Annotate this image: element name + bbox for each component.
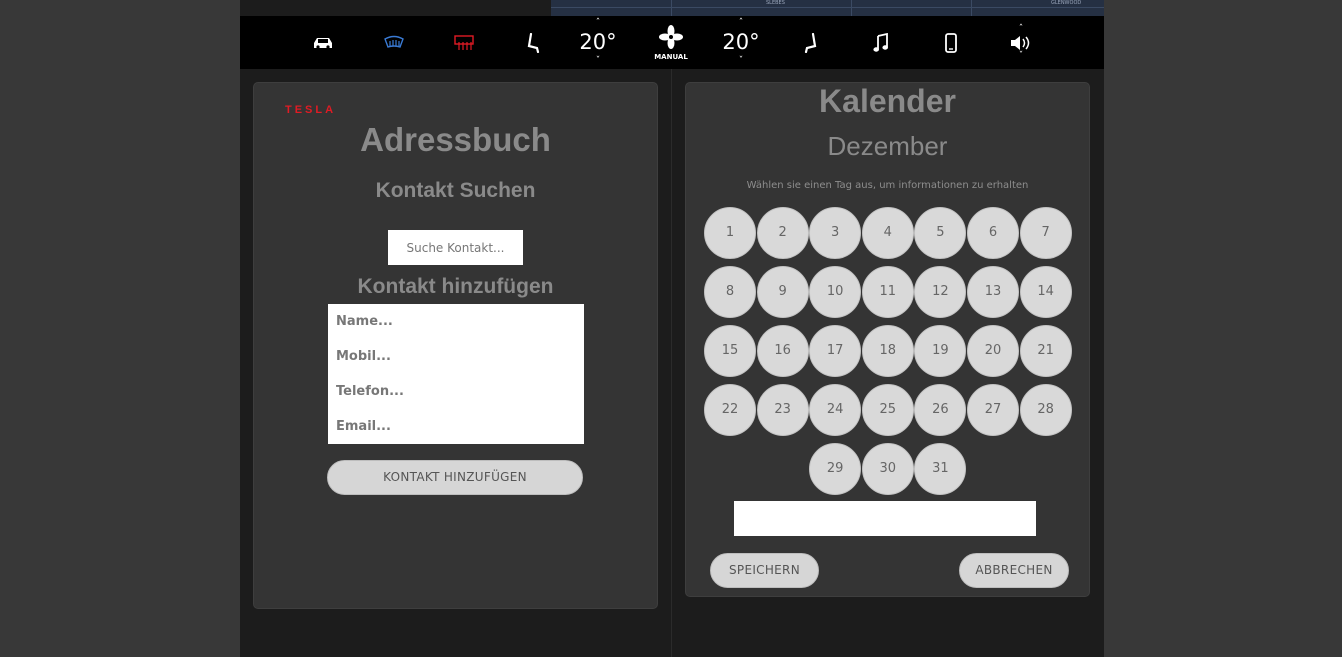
car-icon[interactable] xyxy=(308,16,338,69)
add-contact-button[interactable]: KONTAKT HINZUFÜGEN xyxy=(327,460,583,495)
map-preview[interactable]: SLEBES GLENWOOD xyxy=(551,0,1104,16)
fan-control[interactable]: MANUAL xyxy=(646,16,696,69)
day-button-25[interactable]: 25 xyxy=(861,384,914,436)
map-label: SLEBES xyxy=(766,0,785,6)
fan-mode-label: MANUAL xyxy=(654,53,688,61)
day-button-3[interactable]: 3 xyxy=(809,207,862,259)
volume-control[interactable]: ˆ ˇ xyxy=(1003,16,1039,69)
addressbook-title: Adressbuch xyxy=(360,121,551,158)
day-button-16[interactable]: 16 xyxy=(756,325,809,377)
calendar-panel: Kalender Dezember Wählen sie einen Tag a… xyxy=(685,82,1090,597)
day-button-20[interactable]: 20 xyxy=(967,325,1019,377)
map-road xyxy=(971,0,972,16)
left-temperature-value: 20° xyxy=(579,30,617,54)
fan-icon xyxy=(659,25,683,49)
day-button-1[interactable]: 1 xyxy=(704,207,756,259)
day-button-14[interactable]: 14 xyxy=(1019,266,1072,318)
day-button-29[interactable]: 29 xyxy=(809,443,862,495)
seat-heater-left-icon[interactable] xyxy=(519,16,547,69)
right-temp-down-button[interactable]: ˇ xyxy=(716,57,766,66)
day-button-28[interactable]: 28 xyxy=(1019,384,1072,436)
add-contact-form xyxy=(328,304,584,444)
day-button-8[interactable]: 8 xyxy=(704,266,756,318)
day-button-18[interactable]: 18 xyxy=(861,325,914,377)
mobile-field[interactable] xyxy=(328,339,584,374)
day-button-5[interactable]: 5 xyxy=(914,207,967,259)
name-field[interactable] xyxy=(328,304,584,339)
front-defrost-icon[interactable] xyxy=(379,16,409,69)
day-button-21[interactable]: 21 xyxy=(1019,325,1072,377)
day-button-19[interactable]: 19 xyxy=(914,325,967,377)
phone-icon[interactable] xyxy=(937,16,965,69)
day-button-15[interactable]: 15 xyxy=(704,325,756,377)
day-button-27[interactable]: 27 xyxy=(967,384,1019,436)
save-button[interactable]: SPEICHERN xyxy=(710,553,819,588)
left-temp-down-button[interactable]: ˇ xyxy=(573,57,623,66)
rear-defrost-icon[interactable] xyxy=(449,16,479,69)
volume-up-caret[interactable]: ˆ xyxy=(1019,24,1024,34)
cancel-button[interactable]: ABBRECHEN xyxy=(959,553,1069,588)
day-button-10[interactable]: 10 xyxy=(809,266,862,318)
day-button-26[interactable]: 26 xyxy=(914,384,967,436)
left-temp-up-button[interactable]: ˆ xyxy=(573,19,623,28)
day-button-6[interactable]: 6 xyxy=(967,207,1019,259)
add-contact-heading: Kontakt hinzufügen xyxy=(357,275,554,298)
map-road xyxy=(851,0,852,16)
right-temperature-control: ˆ 20° ˇ xyxy=(716,16,766,69)
day-button-30[interactable]: 30 xyxy=(861,443,914,495)
day-button-13[interactable]: 13 xyxy=(967,266,1019,318)
panel-divider xyxy=(671,69,672,657)
search-contact-input[interactable] xyxy=(388,230,523,265)
day-button-31[interactable]: 31 xyxy=(914,443,967,495)
addressbook-panel: TESLA Adressbuch Kontakt Suchen Kontakt … xyxy=(253,82,658,609)
map-road xyxy=(671,0,672,16)
phone-field[interactable] xyxy=(328,374,584,409)
day-note-input[interactable] xyxy=(734,501,1036,536)
day-button-7[interactable]: 7 xyxy=(1019,207,1072,259)
day-button-24[interactable]: 24 xyxy=(809,384,862,436)
day-button-22[interactable]: 22 xyxy=(704,384,756,436)
email-field[interactable] xyxy=(328,409,584,444)
volume-down-caret[interactable]: ˇ xyxy=(1019,51,1024,61)
climate-toolbar: ˆ 20° ˇ MANUAL ˆ 20° ˇ ˆ ˇ xyxy=(240,16,1104,69)
map-label: GLENWOOD xyxy=(1051,0,1082,6)
tesla-logo: TESLA xyxy=(285,104,337,116)
right-temp-up-button[interactable]: ˆ xyxy=(716,19,766,28)
day-button-23[interactable]: 23 xyxy=(756,384,809,436)
right-temperature-value: 20° xyxy=(722,30,760,54)
day-button-12[interactable]: 12 xyxy=(914,266,967,318)
day-button-11[interactable]: 11 xyxy=(861,266,914,318)
day-button-4[interactable]: 4 xyxy=(861,207,914,259)
day-grid: 1 2 3 4 5 6 7 8 9 10 11 12 13 14 15 16 17 18 19 20 21 22 23 24 2… xyxy=(686,83,1091,503)
day-button-2[interactable]: 2 xyxy=(756,207,809,259)
app-container: SLEBES GLENWOOD ˆ 20° ˇ MANUAL ˆ 20° ˇ ˆ… xyxy=(240,0,1104,657)
seat-heater-right-icon[interactable] xyxy=(797,16,825,69)
music-icon[interactable] xyxy=(867,16,895,69)
left-temperature-control: ˆ 20° ˇ xyxy=(573,16,623,69)
day-button-17[interactable]: 17 xyxy=(809,325,862,377)
day-button-9[interactable]: 9 xyxy=(756,266,809,318)
map-road xyxy=(551,7,1104,8)
search-contact-heading: Kontakt Suchen xyxy=(375,179,536,202)
volume-icon xyxy=(1011,35,1030,50)
